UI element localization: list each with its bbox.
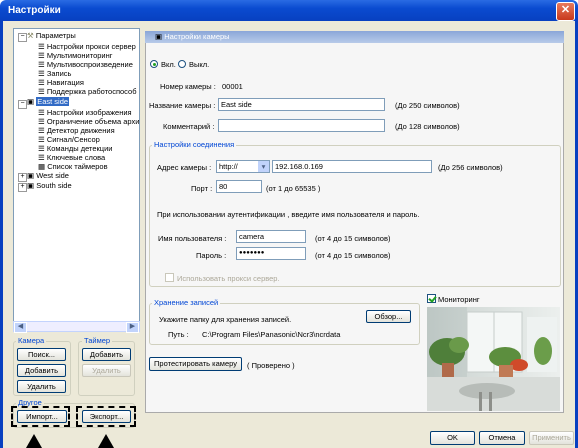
path-value: C:\Program Files\Panasonic\Ncr3\ncrdata	[202, 330, 341, 339]
path-label: Путь :	[168, 330, 189, 339]
test-status: ( Проверено )	[247, 361, 295, 370]
highlight-box-export	[76, 406, 136, 427]
monitoring-label: Мониторинг	[438, 295, 480, 304]
settings-tree[interactable]: − ⚒ Параметры ☰ Настройки прокси сервер …	[13, 28, 140, 332]
camera-icon: ▣	[27, 97, 35, 106]
comment-hint: (До 128 символов)	[395, 122, 460, 131]
tree-item[interactable]: ☰ Поддержка работоспособ	[38, 87, 137, 97]
username-hint: (от 4 до 15 символов)	[315, 234, 391, 243]
clock-icon: ▦	[38, 162, 46, 171]
ok-button[interactable]: OK	[430, 431, 475, 445]
list-icon: ☰	[38, 135, 45, 144]
camera-group-label: Камера	[16, 336, 47, 345]
delete-timer-button[interactable]: Удалить	[82, 364, 131, 377]
comment-input[interactable]	[218, 119, 385, 132]
list-icon: ☰	[38, 78, 45, 87]
chevron-down-icon[interactable]: ▾	[258, 161, 269, 172]
camera-icon: ▣	[27, 181, 35, 190]
arrow-up-icon	[26, 434, 42, 448]
radio-off[interactable]	[178, 60, 186, 68]
timer-group-label: Таймер	[82, 336, 113, 345]
cancel-button[interactable]: Отмена	[479, 431, 525, 445]
tree-item-south-side[interactable]: ▣ South side	[27, 181, 72, 191]
port-label: Порт :	[191, 184, 213, 193]
port-hint: (от 1 до 65535 )	[266, 184, 321, 193]
tree-item-params[interactable]: ⚒ Параметры	[27, 31, 76, 41]
username-input[interactable]: camera	[236, 230, 306, 243]
title-bar: Настройки ✕	[0, 0, 578, 21]
list-icon: ☰	[38, 144, 45, 153]
address-input[interactable]: 192.168.0.169	[272, 160, 432, 173]
proxy-checkbox[interactable]	[165, 273, 174, 282]
camera-name-label: Название камеры :	[149, 101, 216, 110]
panel-header: ▣ Настройки камеры	[145, 31, 564, 43]
protocol-select[interactable]: http://▾	[216, 160, 270, 173]
radio-on-label: Вкл.	[161, 60, 176, 69]
password-label: Пароль :	[196, 251, 227, 260]
camera-number-label: Номер камеры :	[160, 82, 216, 91]
list-icon: ☰	[38, 117, 45, 126]
password-input[interactable]: ●●●●●●●	[236, 247, 306, 260]
tree-horizontal-scrollbar[interactable]: ◀ ▶	[13, 321, 140, 333]
list-icon: ☰	[38, 69, 45, 78]
address-hint: (До 256 символов)	[438, 163, 503, 172]
radio-on[interactable]	[150, 60, 158, 68]
list-icon: ☰	[38, 60, 45, 69]
window-title: Настройки	[8, 5, 61, 16]
expand-icon[interactable]: +	[18, 173, 27, 182]
proxy-label: Использовать прокси сервер.	[177, 274, 280, 283]
auth-note: При использовании аутентификации , введи…	[157, 210, 420, 219]
search-camera-button[interactable]: Поиск...	[17, 348, 66, 361]
storage-note: Укажите папку для хранения записей.	[159, 315, 292, 324]
monitoring-checkbox[interactable]	[427, 294, 436, 303]
address-label: Адрес камеры :	[157, 163, 212, 172]
comment-label: Комментарий :	[163, 122, 215, 131]
add-timer-button[interactable]: Добавить	[82, 348, 131, 361]
camera-name-input[interactable]: East side	[218, 98, 385, 111]
connection-group-label: Настройки соединения	[152, 140, 237, 149]
scroll-left-icon[interactable]: ◀	[14, 322, 27, 333]
list-icon: ☰	[38, 126, 45, 135]
test-camera-button[interactable]: Протестировать камеру	[149, 357, 242, 371]
camera-name-hint: (До 250 символов)	[395, 101, 460, 110]
camera-icon: ▣	[27, 171, 35, 180]
wrench-icon: ⚒	[27, 31, 34, 40]
list-icon: ☰	[38, 87, 45, 96]
username-label: Имя пользователя :	[158, 234, 227, 243]
tree-item-east-side[interactable]: ▣ East side	[27, 97, 70, 107]
highlight-box-import	[11, 406, 70, 427]
close-button[interactable]: ✕	[556, 2, 575, 21]
port-input[interactable]: 80	[216, 180, 262, 193]
list-icon: ☰	[38, 108, 45, 117]
list-icon: ☰	[38, 51, 45, 60]
browse-button[interactable]: Обзор...	[366, 310, 411, 323]
password-hint: (от 4 до 15 символов)	[315, 251, 391, 260]
camera-number-value: 00001	[222, 82, 243, 91]
list-icon: ☰	[38, 153, 45, 162]
list-icon: ☰	[38, 42, 45, 51]
expand-icon[interactable]: +	[18, 183, 27, 192]
collapse-icon[interactable]: −	[18, 33, 27, 42]
callout-arrows	[26, 434, 114, 448]
arrow-up-icon	[98, 434, 114, 448]
delete-camera-button[interactable]: Удалить	[17, 380, 66, 393]
apply-button[interactable]: Применить	[529, 431, 574, 445]
collapse-icon[interactable]: −	[18, 100, 27, 109]
storage-group-label: Хранение записей	[152, 298, 221, 307]
scroll-right-icon[interactable]: ▶	[126, 322, 139, 333]
radio-off-label: Выкл.	[189, 60, 210, 69]
camera-icon: ▣	[155, 32, 163, 41]
add-camera-button[interactable]: Добавить	[17, 364, 66, 377]
tree-item-west-side[interactable]: ▣ West side	[27, 171, 69, 181]
camera-preview-image	[427, 307, 560, 411]
